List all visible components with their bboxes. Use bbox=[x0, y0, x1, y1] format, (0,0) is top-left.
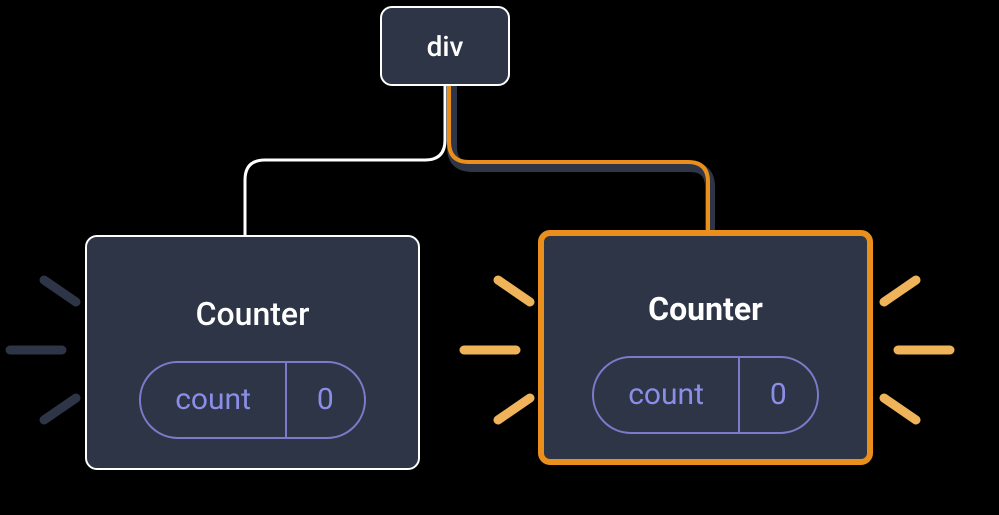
state-value: 0 bbox=[285, 363, 364, 437]
state-label: count bbox=[594, 377, 738, 412]
state-pill: count 0 bbox=[139, 361, 366, 439]
counter-node-left: Counter count 0 bbox=[85, 235, 420, 470]
tree-root-node: div bbox=[380, 6, 510, 86]
root-label: div bbox=[427, 30, 464, 63]
state-label: count bbox=[141, 382, 285, 417]
state-value: 0 bbox=[738, 358, 817, 432]
counter-title: Counter bbox=[648, 290, 763, 328]
state-pill: count 0 bbox=[592, 356, 819, 434]
counter-node-right: Counter count 0 bbox=[538, 230, 873, 465]
burst-icon-right-right bbox=[858, 260, 988, 440]
counter-title: Counter bbox=[196, 295, 310, 333]
